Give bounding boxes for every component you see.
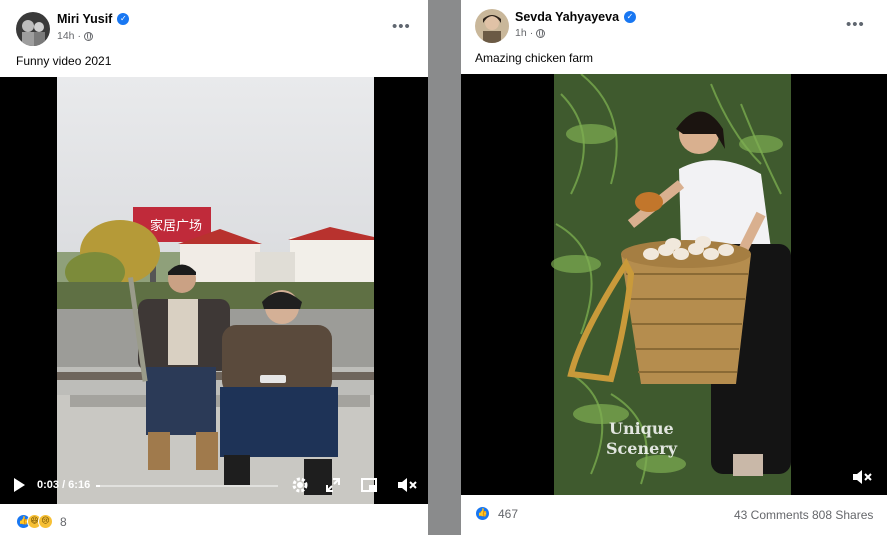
- mute-speaker-icon[interactable]: [851, 467, 873, 487]
- reaction-count[interactable]: 8: [60, 515, 67, 529]
- reaction-summary[interactable]: 👍 467: [475, 506, 518, 521]
- post-meta: 14h ·: [57, 30, 94, 42]
- author-avatar[interactable]: [475, 9, 509, 43]
- public-globe-icon: [536, 28, 546, 38]
- verified-badge-icon: ✓: [624, 11, 637, 23]
- post-meta: 1h ·: [515, 27, 546, 39]
- watermark-line2: Scenery: [606, 439, 678, 458]
- sad-icon: 😢: [38, 514, 53, 529]
- video-player[interactable]: Unique Scenery: [461, 74, 887, 495]
- like-icon: 👍: [475, 506, 490, 521]
- settings-gear-icon[interactable]: [290, 475, 310, 495]
- more-options-button[interactable]: •••: [392, 19, 411, 34]
- reaction-summary[interactable]: 👍 😆 😢 8: [16, 514, 67, 529]
- video-progress-fill: [96, 485, 100, 487]
- post-time[interactable]: 14h: [57, 30, 75, 42]
- author-name[interactable]: Miri Yusif ✓: [57, 12, 130, 26]
- picture-in-picture-icon[interactable]: [360, 476, 378, 494]
- play-button[interactable]: [14, 478, 25, 492]
- more-options-button[interactable]: •••: [846, 17, 865, 32]
- video-frame: 家居广场: [0, 77, 428, 504]
- verified-badge-icon: ✓: [117, 13, 130, 25]
- watermark-line1: Unique: [609, 419, 674, 438]
- shares-count[interactable]: 808 Shares: [812, 508, 873, 522]
- public-globe-icon: [84, 31, 94, 41]
- video-frame: Unique Scenery: [461, 74, 887, 495]
- billboard-text: 家居广场: [150, 218, 202, 234]
- comments-count[interactable]: 43 Comments: [734, 508, 809, 522]
- post-time[interactable]: 1h: [515, 27, 527, 39]
- mute-speaker-icon[interactable]: [396, 475, 418, 495]
- post-caption: Funny video 2021: [16, 54, 112, 68]
- video-player[interactable]: 家居广场 0:03 / 6:16: [0, 77, 428, 504]
- post-caption: Amazing chicken farm: [475, 51, 594, 65]
- author-name-text[interactable]: Miri Yusif: [57, 12, 112, 26]
- post-card-left: Miri Yusif ✓ 14h · ••• Funny video 2021: [0, 0, 428, 535]
- reaction-count[interactable]: 467: [498, 507, 518, 521]
- author-avatar[interactable]: [16, 12, 50, 46]
- author-name-text[interactable]: Sevda Yahyayeva: [515, 10, 619, 24]
- author-name[interactable]: Sevda Yahyayeva ✓: [515, 10, 637, 24]
- video-progress-bar[interactable]: [96, 485, 278, 487]
- post-card-right: Sevda Yahyayeva ✓ 1h · ••• Amazing chick…: [461, 0, 887, 535]
- fullscreen-icon[interactable]: [324, 476, 342, 494]
- video-time: 0:03 / 6:16: [37, 479, 91, 491]
